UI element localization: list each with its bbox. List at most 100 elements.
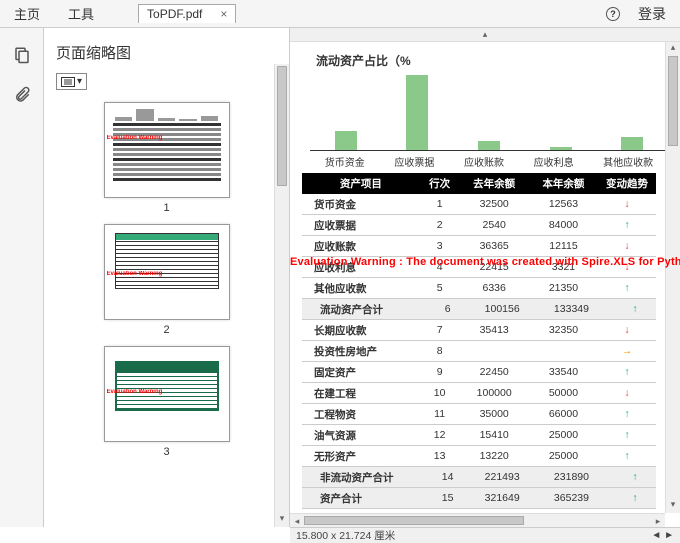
column-header: 变动趋势 xyxy=(598,173,656,194)
scrollbar-thumb[interactable] xyxy=(304,516,524,525)
trend-cell: ↑ xyxy=(598,425,656,446)
vertical-scrollbar[interactable]: ▴ ▾ xyxy=(665,42,680,513)
table-cell: 21350 xyxy=(529,278,598,299)
table-cell xyxy=(529,341,598,362)
left-rail xyxy=(0,28,44,527)
table-cell: 固定资产 xyxy=(302,362,420,383)
page-dimensions: 15.800 x 21.724 厘米 xyxy=(296,528,395,543)
scrollbar-thumb[interactable] xyxy=(668,56,678,146)
table-cell: 221493 xyxy=(460,467,529,488)
table-cell: 1 xyxy=(420,194,460,215)
table-cell: 10 xyxy=(420,383,460,404)
table-cell: 货币资金 xyxy=(302,194,420,215)
table-cell: 50000 xyxy=(529,383,598,404)
table-cell: 应收账款 xyxy=(302,236,420,257)
chart-x-label: 其他应收款 xyxy=(603,154,653,169)
asset-table: 资产项目行次去年余额本年余额变动趋势 货币资金13250012563↓应收票据2… xyxy=(302,173,656,509)
trend-cell: ↑ xyxy=(598,488,656,509)
thumb-number: 3 xyxy=(163,446,169,458)
scroll-left-icon[interactable]: ◂ xyxy=(290,514,304,527)
login-link[interactable]: 登录 xyxy=(638,4,666,24)
table-cell: 12115 xyxy=(529,236,598,257)
sidebar-scrollbar[interactable]: ▾ xyxy=(274,64,289,527)
table-row: 流动资产合计6100156133349↑ xyxy=(302,299,656,320)
table-cell: 9 xyxy=(420,362,460,383)
content-scroll-up[interactable]: ▴ xyxy=(290,28,680,42)
table-cell: 2540 xyxy=(460,215,529,236)
table-cell: 133349 xyxy=(529,299,598,320)
file-tab[interactable]: ToPDF.pdf × xyxy=(138,4,236,23)
thumb-number: 2 xyxy=(163,324,169,336)
bar-chart: 货币资金应收票据应收账款应收利息其他应收款 xyxy=(310,71,668,169)
trend-cell: ↑ xyxy=(598,299,656,320)
table-cell: 66000 xyxy=(529,404,598,425)
table-cell: 6 xyxy=(420,299,460,320)
chevron-down-icon: ▾ xyxy=(77,76,82,87)
page-thumbnail-2[interactable]: Evaluation Warning xyxy=(104,224,230,320)
trend-cell: ↓ xyxy=(598,383,656,404)
trend-cell: → xyxy=(598,341,656,362)
table-cell: 非流动资产合计 xyxy=(302,467,420,488)
table-cell: 在建工程 xyxy=(302,383,420,404)
help-icon[interactable]: ? xyxy=(606,7,620,21)
table-cell: 3 xyxy=(420,236,460,257)
table-cell: 5 xyxy=(420,278,460,299)
thumbnails-icon[interactable] xyxy=(13,46,31,64)
chart-bar xyxy=(335,131,357,151)
table-cell: 投资性房地产 xyxy=(302,341,420,362)
table-row: 应收票据2254084000↑ xyxy=(302,215,656,236)
tab-home[interactable]: 主页 xyxy=(0,0,54,27)
file-tab-name: ToPDF.pdf xyxy=(147,7,202,21)
scrollbar-thumb[interactable] xyxy=(277,66,287,186)
status-arrows[interactable]: ◄ ► xyxy=(651,530,680,541)
column-header: 行次 xyxy=(420,173,460,194)
horizontal-scrollbar[interactable]: ◂ ▸ xyxy=(290,513,665,527)
thumbnail-list: Evaluation Warning 1 Evaluation Warning … xyxy=(52,98,281,517)
table-row: 工程物资113500066000↑ xyxy=(302,404,656,425)
column-header: 去年余额 xyxy=(460,173,529,194)
column-header: 资产项目 xyxy=(302,173,420,194)
table-cell: 15410 xyxy=(460,425,529,446)
attachment-icon[interactable] xyxy=(13,86,31,104)
table-row: 长期应收款73541332350↓ xyxy=(302,320,656,341)
table-cell: 15 xyxy=(420,488,460,509)
chart-title: 流动资产占比（% xyxy=(316,52,680,69)
chart-bar xyxy=(621,137,643,151)
table-cell: 84000 xyxy=(529,215,598,236)
table-cell: 13 xyxy=(420,446,460,467)
table-cell: 7 xyxy=(420,320,460,341)
table-cell: 14 xyxy=(420,467,460,488)
close-icon[interactable]: × xyxy=(220,7,227,21)
table-cell: 12 xyxy=(420,425,460,446)
page-thumbnail-1[interactable]: Evaluation Warning xyxy=(104,102,230,198)
chart-x-label: 应收利息 xyxy=(534,154,574,169)
table-row: 投资性房地产8→ xyxy=(302,341,656,362)
scroll-down-icon[interactable]: ▾ xyxy=(275,513,289,527)
page-thumbnail-3[interactable]: Evaluation Warning xyxy=(104,346,230,442)
scroll-right-icon[interactable]: ▸ xyxy=(651,514,665,527)
chart-x-label: 应收票据 xyxy=(394,154,434,169)
table-cell: 35413 xyxy=(460,320,529,341)
table-cell: 无形资产 xyxy=(302,446,420,467)
table-cell: 365239 xyxy=(529,488,598,509)
table-cell: 工程物资 xyxy=(302,404,420,425)
evaluation-warning: Evaluation Warning : The document was cr… xyxy=(290,256,680,268)
table-cell: 231890 xyxy=(529,467,598,488)
scroll-down-icon[interactable]: ▾ xyxy=(666,499,680,513)
table-row: 应收账款33636512115↓ xyxy=(302,236,656,257)
table-row: 非流动资产合计14221493231890↑ xyxy=(302,467,656,488)
trend-cell: ↓ xyxy=(598,236,656,257)
table-cell: 油气资源 xyxy=(302,425,420,446)
status-bar: 15.800 x 21.724 厘米 ◄ ► xyxy=(290,527,680,543)
table-cell: 33540 xyxy=(529,362,598,383)
table-cell: 100000 xyxy=(460,383,529,404)
thumbnail-options-button[interactable]: ▾ xyxy=(56,73,87,90)
column-header: 本年余额 xyxy=(529,173,598,194)
trend-cell: ↑ xyxy=(598,362,656,383)
tab-tools[interactable]: 工具 xyxy=(54,0,108,27)
table-cell: 资产合计 xyxy=(302,488,420,509)
sidebar-toolbar: ▾ xyxy=(52,73,281,90)
scroll-up-icon[interactable]: ▴ xyxy=(666,42,680,56)
table-cell: 25000 xyxy=(529,425,598,446)
trend-cell: ↓ xyxy=(598,194,656,215)
